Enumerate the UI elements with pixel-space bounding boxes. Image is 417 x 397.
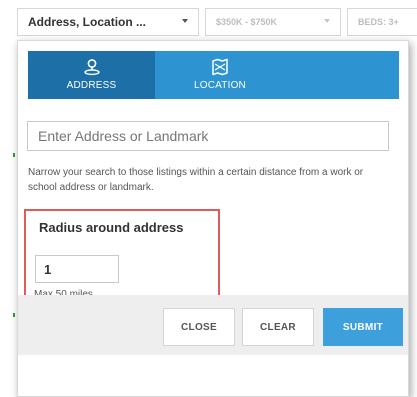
price-filter-dropdown[interactable]: $350K - $750K — [205, 8, 341, 36]
location-filter-label: Address, Location ... — [28, 15, 147, 29]
tab-location-label: LOCATION — [194, 80, 246, 91]
chevron-down-icon — [182, 19, 188, 23]
folded-map-icon — [212, 58, 228, 76]
address-search-input[interactable] — [27, 121, 389, 151]
location-filter-dropdown[interactable]: Address, Location ... — [17, 8, 199, 36]
tab-location[interactable]: LOCATION — [155, 51, 285, 99]
popup-footer: CLOSE CLEAR SUBMIT — [18, 295, 408, 355]
side-marker — [13, 313, 15, 317]
submit-button[interactable]: SUBMIT — [323, 308, 403, 346]
radius-input[interactable] — [35, 255, 119, 283]
beds-filter-dropdown[interactable]: BEDS: 3+ — [347, 8, 417, 36]
radius-section: Radius around address Max 50 miles — [24, 209, 220, 307]
map-search-page: Address, Location ... $350K - $750K BEDS… — [0, 0, 417, 397]
chevron-down-icon — [324, 19, 330, 23]
beds-filter-label: BEDS: 3+ — [358, 17, 399, 27]
radius-title: Radius around address — [39, 220, 184, 235]
price-filter-label: $350K - $750K — [216, 17, 278, 27]
tab-address[interactable]: ADDRESS — [28, 51, 155, 99]
address-help-text: Narrow your search to those listings wit… — [28, 167, 364, 193]
side-marker — [13, 153, 15, 157]
tab-address-label: ADDRESS — [66, 80, 117, 91]
search-mode-tabs: ADDRESS LOCATION — [28, 51, 399, 99]
map-pin-icon — [83, 59, 100, 76]
filter-bar: Address, Location ... $350K - $750K BEDS… — [17, 8, 417, 36]
clear-button[interactable]: CLEAR — [242, 308, 314, 346]
close-button[interactable]: CLOSE — [163, 308, 235, 346]
